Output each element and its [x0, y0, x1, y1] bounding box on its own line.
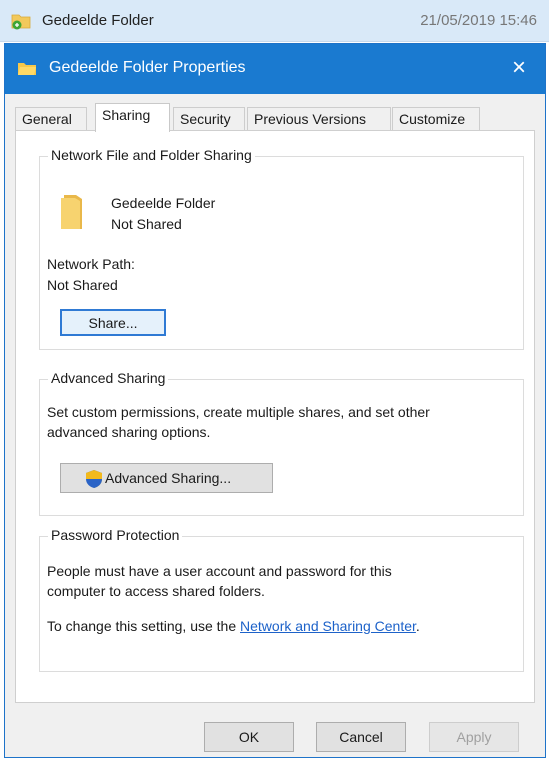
password-protection-change-text: To change this setting, use the Network …: [47, 618, 420, 634]
dialog-titlebar[interactable]: Gedeelde Folder Properties ×: [5, 44, 545, 94]
change-setting-suffix: .: [415, 618, 420, 634]
close-icon[interactable]: ×: [499, 50, 539, 88]
explorer-file-row[interactable]: Gedeelde Folder 21/05/2019 15:46: [0, 0, 549, 42]
tab-security[interactable]: Security: [173, 107, 245, 131]
folder-name: Gedeelde Folder: [111, 195, 216, 211]
advanced-sharing-description-2: advanced sharing options.: [47, 424, 211, 440]
password-protection-group: Password Protection People must have a u…: [39, 527, 524, 672]
folder-icon: [61, 195, 82, 229]
advanced-sharing-button-label: Advanced Sharing...: [105, 470, 232, 486]
folder-icon: [18, 63, 36, 75]
advanced-sharing-group: Advanced Sharing Set custom permissions,…: [39, 370, 524, 516]
password-protection-text-1: People must have a user account and pass…: [47, 563, 392, 579]
share-button[interactable]: Share...: [60, 309, 166, 336]
network-path-value: Not Shared: [47, 277, 118, 293]
tab-sharing[interactable]: Sharing: [95, 103, 170, 132]
tab-general[interactable]: General: [15, 107, 87, 131]
folder-share-status: Not Shared: [111, 216, 182, 232]
file-name: Gedeelde Folder: [42, 12, 154, 29]
file-date: 21/05/2019 15:46: [420, 12, 537, 29]
advanced-sharing-legend: Advanced Sharing: [48, 370, 169, 386]
tab-previous-versions[interactable]: Previous Versions: [247, 107, 391, 131]
advanced-sharing-description-1: Set custom permissions, create multiple …: [47, 404, 430, 420]
tab-customize[interactable]: Customize: [392, 107, 480, 131]
dialog-title: Gedeelde Folder Properties: [49, 59, 246, 76]
change-setting-prefix: To change this setting, use the: [47, 618, 241, 634]
network-sharing-group: Network File and Folder Sharing Gedeelde…: [39, 147, 524, 350]
properties-dialog: Gedeelde Folder Properties × General Sha…: [4, 43, 546, 758]
network-sharing-legend: Network File and Folder Sharing: [48, 147, 255, 163]
apply-button: Apply: [429, 722, 519, 752]
password-protection-legend: Password Protection: [48, 527, 183, 543]
advanced-sharing-button[interactable]: Advanced Sharing...: [60, 463, 273, 493]
cancel-button[interactable]: Cancel: [316, 722, 406, 752]
password-protection-text-2: computer to access shared folders.: [47, 583, 265, 599]
shared-folder-icon: [11, 14, 31, 30]
uac-shield-icon: [86, 470, 102, 488]
ok-button[interactable]: OK: [204, 722, 294, 752]
network-sharing-center-link[interactable]: Network and Sharing Center: [240, 618, 416, 634]
network-path-label: Network Path:: [47, 256, 135, 272]
sharing-panel: Network File and Folder Sharing Gedeelde…: [15, 130, 535, 703]
